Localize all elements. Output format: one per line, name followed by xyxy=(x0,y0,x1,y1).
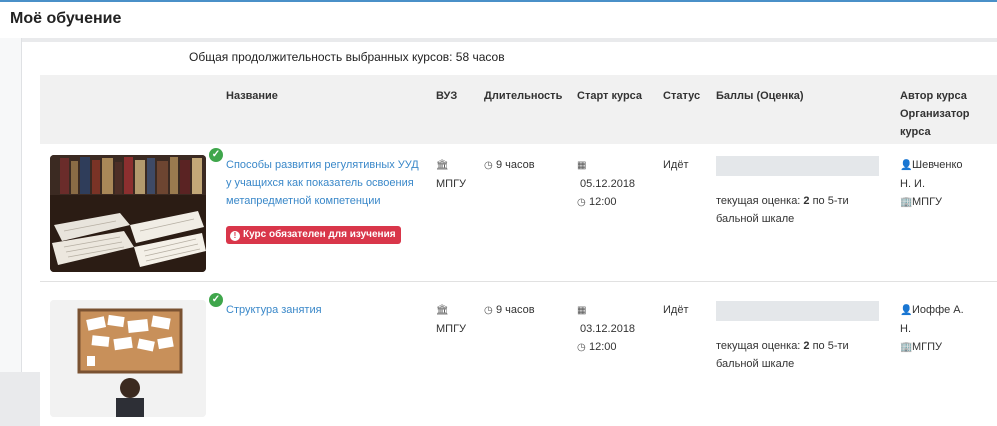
user-icon: 👤 xyxy=(900,160,913,171)
start-cell: ▦ 05.12.2018 ◷ 12:00 xyxy=(577,156,635,212)
clock-icon: ◷ xyxy=(484,160,493,171)
clock-icon: ◷ xyxy=(577,197,586,208)
university-cell: 🏛 МПГУ xyxy=(436,301,476,338)
column-header-university[interactable]: ВУЗ xyxy=(436,87,457,105)
clock-icon: ◷ xyxy=(484,305,493,316)
university-name: МПГУ xyxy=(436,178,467,190)
building-icon: 🏢 xyxy=(900,197,913,208)
university-icon: 🏛 xyxy=(436,305,449,316)
course-title-link[interactable]: Структура занятия xyxy=(226,301,421,319)
column-header-score[interactable]: Баллы (Оценка) xyxy=(716,87,803,105)
start-date: 05.12.2018 xyxy=(580,178,636,190)
column-header-status[interactable]: Статус xyxy=(663,87,700,105)
grade-prefix: текущая оценка: xyxy=(716,340,804,352)
grade-prefix: текущая оценка: xyxy=(716,195,804,207)
total-duration-summary: Общая продолжительность выбранных курсов… xyxy=(189,50,505,64)
page-header: Моё обучение xyxy=(0,0,997,38)
start-date: 03.12.2018 xyxy=(580,323,636,335)
score-progress-bar xyxy=(716,156,879,176)
organizer-name: МПГУ xyxy=(912,196,943,208)
user-icon: 👤 xyxy=(900,305,913,316)
start-time: 12:00 xyxy=(589,341,617,353)
current-grade: текущая оценка: 2 по 5-ти бальной шкале xyxy=(716,192,876,228)
page-title: Моё обучение xyxy=(10,10,122,27)
university-name: МПГУ xyxy=(436,323,467,335)
author-cell: 👤Иоффе А. Н. 🏢МГПУ xyxy=(900,301,975,357)
column-header-name[interactable]: Название xyxy=(226,87,278,105)
lecture-image xyxy=(50,300,206,417)
check-circle-icon: ✓ xyxy=(209,293,223,307)
courses-panel: Общая продолжительность выбранных курсов… xyxy=(22,42,997,426)
duration-value: 9 часов xyxy=(496,304,535,316)
current-grade: текущая оценка: 2 по 5-ти бальной шкале xyxy=(716,337,876,373)
table-row: ✓ Способы развития регулятивных УУД у уч… xyxy=(40,144,997,282)
organizer-name: МГПУ xyxy=(912,341,943,353)
university-cell: 🏛 МПГУ xyxy=(436,156,476,193)
building-icon: 🏢 xyxy=(900,342,913,353)
column-header-author[interactable]: Автор курса Организатор курса xyxy=(900,87,990,141)
author-cell: 👤Шевченко Н. И. 🏢МПГУ xyxy=(900,156,975,212)
course-title-link[interactable]: Способы развития регулятивных УУД у учащ… xyxy=(226,156,421,210)
score-progress-bar xyxy=(716,301,879,321)
exclamation-circle-icon: ! xyxy=(230,231,240,241)
start-time: 12:00 xyxy=(589,196,617,208)
column-header-duration[interactable]: Длительность xyxy=(484,87,562,105)
author-header-line1: Автор курса xyxy=(900,90,967,102)
left-rail xyxy=(0,38,22,372)
author-header-line3: курса xyxy=(900,126,931,138)
check-circle-icon: ✓ xyxy=(209,148,223,162)
duration-value: 9 часов xyxy=(496,159,535,171)
duration-cell: ◷ 9 часов xyxy=(484,301,535,320)
course-thumbnail[interactable] xyxy=(50,155,206,272)
clock-icon: ◷ xyxy=(577,342,586,353)
start-cell: ▦ 03.12.2018 ◷ 12:00 xyxy=(577,301,635,357)
calendar-icon: ▦ xyxy=(577,160,587,171)
calendar-icon: ▦ xyxy=(577,305,587,316)
column-header-start[interactable]: Старт курса xyxy=(577,87,642,105)
table-row: ✓ Структура занятия 🏛 МПГУ ◷ 9 часов ▦ 03… xyxy=(40,289,997,426)
required-course-badge: ! Курс обязателен для изучения xyxy=(226,226,401,244)
duration-cell: ◷ 9 часов xyxy=(484,156,535,175)
status-value: Идёт xyxy=(663,304,689,316)
status-value: Идёт xyxy=(663,159,689,171)
required-course-badge-label: Курс обязателен для изучения xyxy=(243,229,396,240)
author-header-line2: Организатор xyxy=(900,108,970,120)
course-thumbnail[interactable] xyxy=(50,300,206,417)
open-books-image xyxy=(50,155,206,272)
university-icon: 🏛 xyxy=(436,160,449,171)
